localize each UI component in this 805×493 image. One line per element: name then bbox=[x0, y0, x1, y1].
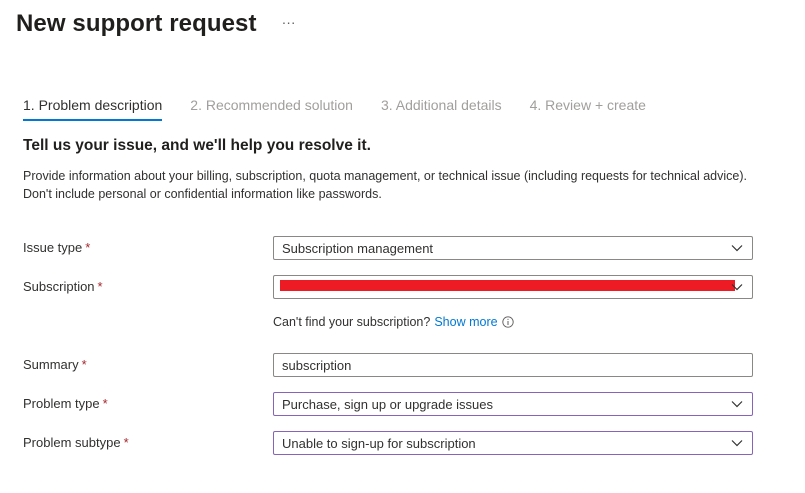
tab-recommended-solution[interactable]: 2. Recommended solution bbox=[190, 97, 353, 127]
show-more-link[interactable]: Show more bbox=[434, 315, 497, 329]
tab-problem-description[interactable]: 1. Problem description bbox=[23, 97, 163, 127]
required-marker: * bbox=[81, 357, 87, 372]
problem-subtype-label: Problem subtype * bbox=[23, 435, 129, 450]
issue-type-dropdown[interactable]: Subscription management bbox=[273, 236, 753, 260]
problem-subtype-label-text: Problem subtype bbox=[23, 435, 121, 450]
problem-type-value: Purchase, sign up or upgrade issues bbox=[282, 397, 494, 412]
required-marker: * bbox=[102, 396, 108, 411]
subscription-row: Subscription * bbox=[23, 275, 753, 299]
page-header: New support request ··· bbox=[16, 10, 296, 38]
issue-type-row: Issue type * Subscription management bbox=[23, 236, 753, 260]
summary-value: subscription bbox=[282, 358, 352, 373]
page-title: New support request bbox=[16, 10, 257, 37]
summary-label-text: Summary bbox=[23, 357, 79, 372]
tab-review-create[interactable]: 4. Review + create bbox=[530, 97, 646, 127]
subscription-label: Subscription * bbox=[23, 279, 103, 294]
summary-row: Summary * subscription bbox=[23, 353, 753, 377]
problem-subtype-dropdown[interactable]: Unable to sign-up for subscription bbox=[273, 431, 753, 455]
section-description: Provide information about your billing, … bbox=[23, 169, 747, 201]
chevron-down-icon bbox=[731, 440, 743, 447]
redacted-value bbox=[280, 280, 735, 291]
problem-subtype-row: Problem subtype * Unable to sign-up for s… bbox=[23, 431, 753, 455]
summary-input[interactable]: subscription bbox=[273, 353, 753, 377]
problem-type-label-text: Problem type bbox=[23, 396, 100, 411]
subscription-dropdown[interactable] bbox=[273, 275, 753, 299]
issue-type-value: Subscription management bbox=[282, 241, 434, 256]
issue-type-label: Issue type * bbox=[23, 240, 90, 255]
required-marker: * bbox=[123, 435, 129, 450]
problem-subtype-value: Unable to sign-up for subscription bbox=[282, 436, 476, 451]
section-heading: Tell us your issue, and we'll help you r… bbox=[23, 137, 371, 154]
more-options-button[interactable]: ··· bbox=[282, 15, 296, 29]
tab-additional-details[interactable]: 3. Additional details bbox=[381, 97, 502, 127]
required-marker: * bbox=[85, 240, 91, 255]
summary-label: Summary * bbox=[23, 357, 87, 372]
required-marker: * bbox=[97, 279, 103, 294]
subscription-label-text: Subscription bbox=[23, 279, 95, 294]
wizard-tabs: 1. Problem description 2. Recommended so… bbox=[23, 97, 674, 127]
problem-type-label: Problem type * bbox=[23, 396, 108, 411]
chevron-down-icon bbox=[731, 245, 743, 252]
chevron-down-icon bbox=[731, 284, 743, 291]
problem-type-dropdown[interactable]: Purchase, sign up or upgrade issues bbox=[273, 392, 753, 416]
issue-type-label-text: Issue type bbox=[23, 240, 83, 255]
subscription-hint: Can't find your subscription? Show more bbox=[273, 315, 514, 329]
subscription-hint-text: Can't find your subscription? bbox=[273, 315, 431, 329]
chevron-down-icon bbox=[731, 401, 743, 408]
info-icon[interactable] bbox=[501, 316, 514, 328]
problem-type-row: Problem type * Purchase, sign up or upgra… bbox=[23, 392, 753, 416]
